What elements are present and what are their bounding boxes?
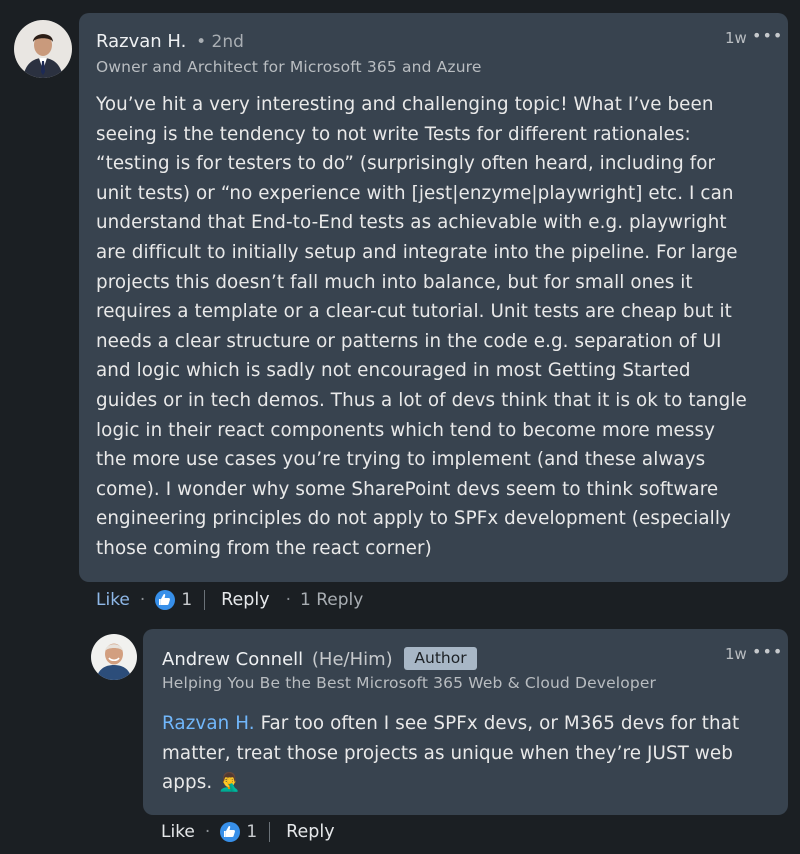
avatar-razvan[interactable] [14,20,72,78]
comment-line: are difficult to initially setup and int… [96,241,738,263]
comment-author-name[interactable]: Razvan H. [96,31,186,52]
reply-line: apps. 🤦‍♂️ [162,768,739,798]
comment-author: Razvan H. • 2nd [96,31,244,52]
author-badge: Author [404,647,477,670]
comment-line: requires a template or a clear-cut tutor… [96,301,732,323]
reply-author: Andrew Connell (He/Him) Author [162,647,477,670]
thumbs-up-reaction-icon[interactable] [155,590,176,610]
reply-body: Razvan H. Far too often I see SPFx devs,… [162,709,739,798]
avatar-andrew[interactable] [91,634,137,680]
like-button[interactable]: Like [161,822,195,842]
comment-author-headline: Owner and Architect for Microsoft 365 an… [96,58,482,76]
reaction-count[interactable]: 1 [246,822,257,842]
comment-line: understand that End-to-End tests as achi… [96,212,727,234]
connection-degree: • 2nd [196,32,244,52]
reply-line: Razvan H. Far too often I see SPFx devs,… [162,709,739,739]
comment-line: needs a clear structure or patterns in t… [96,330,722,352]
separator-dot: · [139,590,146,610]
comment-line: guides or in tech demos. Thus a lot of d… [96,389,747,411]
comment-line: You’ve hit a very interesting and challe… [96,94,714,115]
mention-link[interactable]: Razvan H. [162,713,255,734]
comment-line: logic in their react components which te… [96,419,716,441]
comment-line: come). I wonder why some SharePoint devs… [96,478,719,500]
separator-dot: · [204,822,211,842]
comment-line: and logic which is sadly not encouraged … [96,360,691,382]
reply-button[interactable]: Reply [286,822,334,842]
more-options-icon[interactable]: ••• [752,26,783,45]
thumbs-up-reaction-icon[interactable] [220,822,241,842]
reply-line-text: Far too often I see SPFx devs, or M365 d… [254,713,740,734]
reaction-count[interactable]: 1 [181,590,192,610]
reply-button[interactable]: Reply [221,590,269,610]
comment-timestamp: 1w [725,29,747,47]
reply-author-pronouns: (He/Him) [311,649,393,670]
comment-line: the more use cases you’re trying to impl… [96,449,706,471]
comment-body: You’ve hit a very interesting and challe… [96,90,747,564]
comment-bubble: Razvan H. • 2nd Owner and Architect for … [79,13,788,582]
like-button[interactable]: Like [96,590,130,610]
more-options-icon[interactable]: ••• [752,642,783,661]
reply-bubble: Andrew Connell (He/Him) Author Helping Y… [143,629,788,815]
comment-line: those coming from the react corner) [96,537,432,559]
comment-line: seeing is the tendency to not write Test… [96,123,691,145]
replies-count-link[interactable]: 1 Reply [300,590,363,610]
comment-line: “testing is for testers to do” (surprisi… [96,153,716,175]
reply-timestamp: 1w [725,645,747,663]
avatar-andrew-photo [91,634,137,680]
separator-dot: · [285,590,292,610]
reply-actions: Like · 1 Reply [161,821,335,843]
reply-author-headline: Helping You Be the Best Microsoft 365 We… [162,674,657,692]
reply-author-name[interactable]: Andrew Connell [162,649,303,670]
comment-line: engineering principles do not apply to S… [96,508,731,530]
divider [269,822,271,842]
comment-line: projects this doesn’t fall much into bal… [96,271,693,293]
avatar-razvan-photo [14,20,72,78]
reply-line: matter, treat those projects as unique w… [162,742,733,764]
facepalm-emoji: 🤦‍♂️ [218,772,241,794]
reply-line-text: apps. [162,772,213,794]
divider [204,590,206,610]
comment-line: unit tests) or “no experience with [jest… [96,182,734,204]
comment-actions: Like · 1 Reply · 1 Reply [96,589,363,611]
